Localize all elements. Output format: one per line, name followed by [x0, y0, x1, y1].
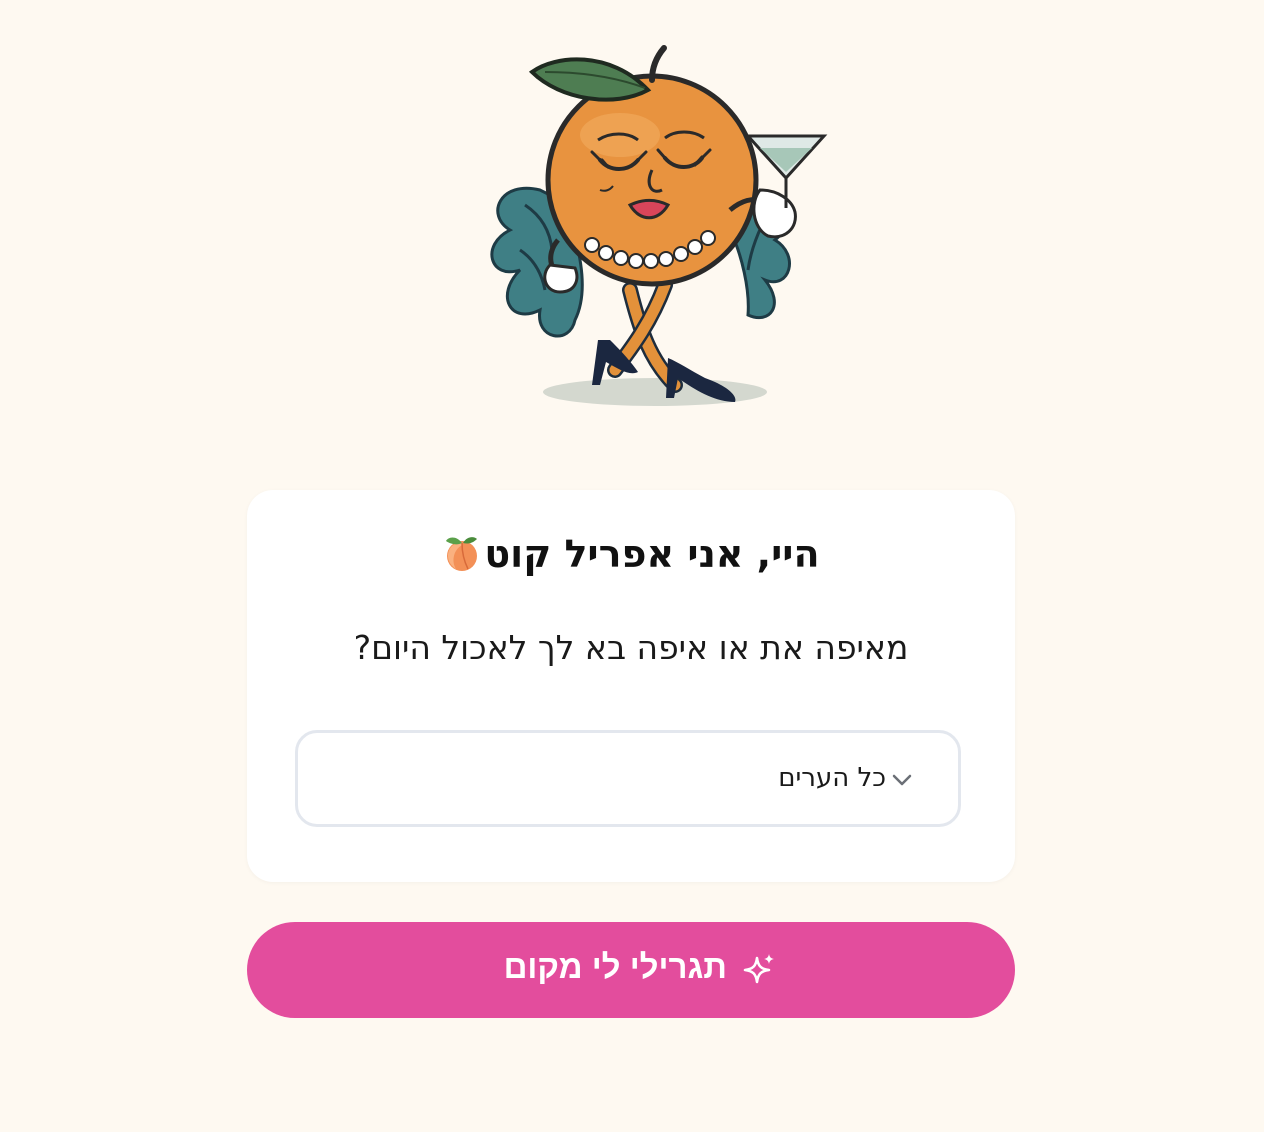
peach-icon: [446, 537, 478, 571]
city-select-value: כל הערים: [778, 763, 886, 793]
title-text: היי, אני אפריל קוט: [484, 532, 820, 576]
peach-mascot-illustration: [490, 45, 828, 406]
page: היי, אני אפריל קוט מאיפה את או איפה בא ל…: [0, 0, 1264, 1132]
chevron-down-icon: [892, 774, 912, 786]
location-card: היי, אני אפריל קוט מאיפה את או איפה בא ל…: [247, 490, 1015, 882]
random-place-button[interactable]: תגרילי לי מקום: [247, 922, 1015, 1018]
page-title: היי, אני אפריל קוט: [247, 532, 1015, 578]
random-place-button-label: תגרילי לי מקום: [503, 948, 727, 985]
page-subtitle: מאיפה את או איפה בא לך לאכול היום?: [353, 628, 909, 667]
city-select[interactable]: כל הערים: [295, 730, 961, 827]
sparkle-icon: [743, 954, 774, 984]
